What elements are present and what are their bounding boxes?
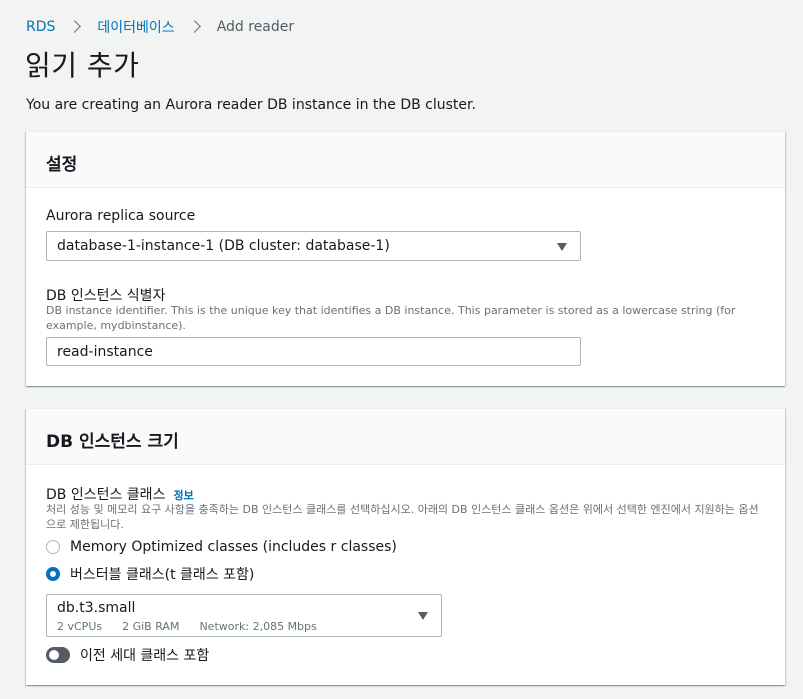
breadcrumb: RDS 데이터베이스 Add reader <box>26 17 294 37</box>
instance-size-panel: DB 인스턴스 크기 DB 인스턴스 클래스 정보 처리 성능 및 메모리 요구 … <box>26 408 785 685</box>
replica-source-label: Aurora replica source <box>46 208 196 224</box>
instance-class-select[interactable]: db.t3.small 2 vCPUs 2 GiB RAM Network: 2… <box>46 594 442 637</box>
replica-source-select[interactable]: database-1-instance-1 (DB cluster: datab… <box>46 231 581 261</box>
radio-button-unchecked[interactable] <box>46 540 60 554</box>
spec-vcpu: 2 vCPUs <box>57 620 103 633</box>
radio-burstable[interactable]: 버스터블 클래스(t 클래스 포함) <box>46 564 254 584</box>
instance-size-panel-header: DB 인스턴스 크기 <box>26 409 785 465</box>
radio-burstable-label: 버스터블 클래스(t 클래스 포함) <box>70 567 255 583</box>
instance-class-description: 처리 성능 및 메모리 요구 사항을 충족하는 DB 인스턴스 클래스를 선택하… <box>46 503 759 531</box>
caret-down-icon <box>557 243 567 251</box>
instance-class-label: DB 인스턴스 클래스 <box>46 487 166 503</box>
instance-class-specs: 2 vCPUs 2 GiB RAM Network: 2,085 Mbps <box>57 620 337 633</box>
caret-down-icon <box>418 612 428 620</box>
breadcrumb-rds-link[interactable]: RDS <box>26 19 55 35</box>
chevron-right-icon <box>187 18 205 36</box>
chevron-right-icon <box>67 18 85 36</box>
radio-button-checked[interactable] <box>46 567 60 581</box>
spec-ram: 2 GiB RAM <box>122 620 180 633</box>
previous-generation-toggle[interactable] <box>46 647 70 663</box>
instance-class-info-link[interactable]: 정보 <box>173 489 193 502</box>
breadcrumb-databases-link[interactable]: 데이터베이스 <box>97 17 174 37</box>
replica-source-value: database-1-instance-1 (DB cluster: datab… <box>57 238 390 254</box>
instance-class-label-row: DB 인스턴스 클래스 정보 <box>46 484 194 504</box>
settings-panel: 설정 Aurora replica source database-1-inst… <box>26 131 785 386</box>
instance-class-value: db.t3.small <box>57 600 136 616</box>
previous-generation-toggle-row: 이전 세대 클래스 포함 <box>46 645 209 665</box>
spec-network: Network: 2,085 Mbps <box>199 620 317 633</box>
previous-generation-label: 이전 세대 클래스 포함 <box>80 648 210 664</box>
radio-memory-optimized-label: Memory Optimized classes (includes r cla… <box>70 539 397 555</box>
breadcrumb-current: Add reader <box>216 19 295 35</box>
page-description: You are creating an Aurora reader DB ins… <box>26 97 476 113</box>
page-title: 읽기 추가 <box>25 49 140 82</box>
radio-memory-optimized[interactable]: Memory Optimized classes (includes r cla… <box>46 539 397 555</box>
identifier-description: DB instance identifier. This is the uniq… <box>46 304 736 332</box>
identifier-input[interactable] <box>46 337 581 366</box>
settings-panel-header: 설정 <box>26 132 785 188</box>
identifier-label: DB 인스턴스 식별자 <box>46 288 166 304</box>
